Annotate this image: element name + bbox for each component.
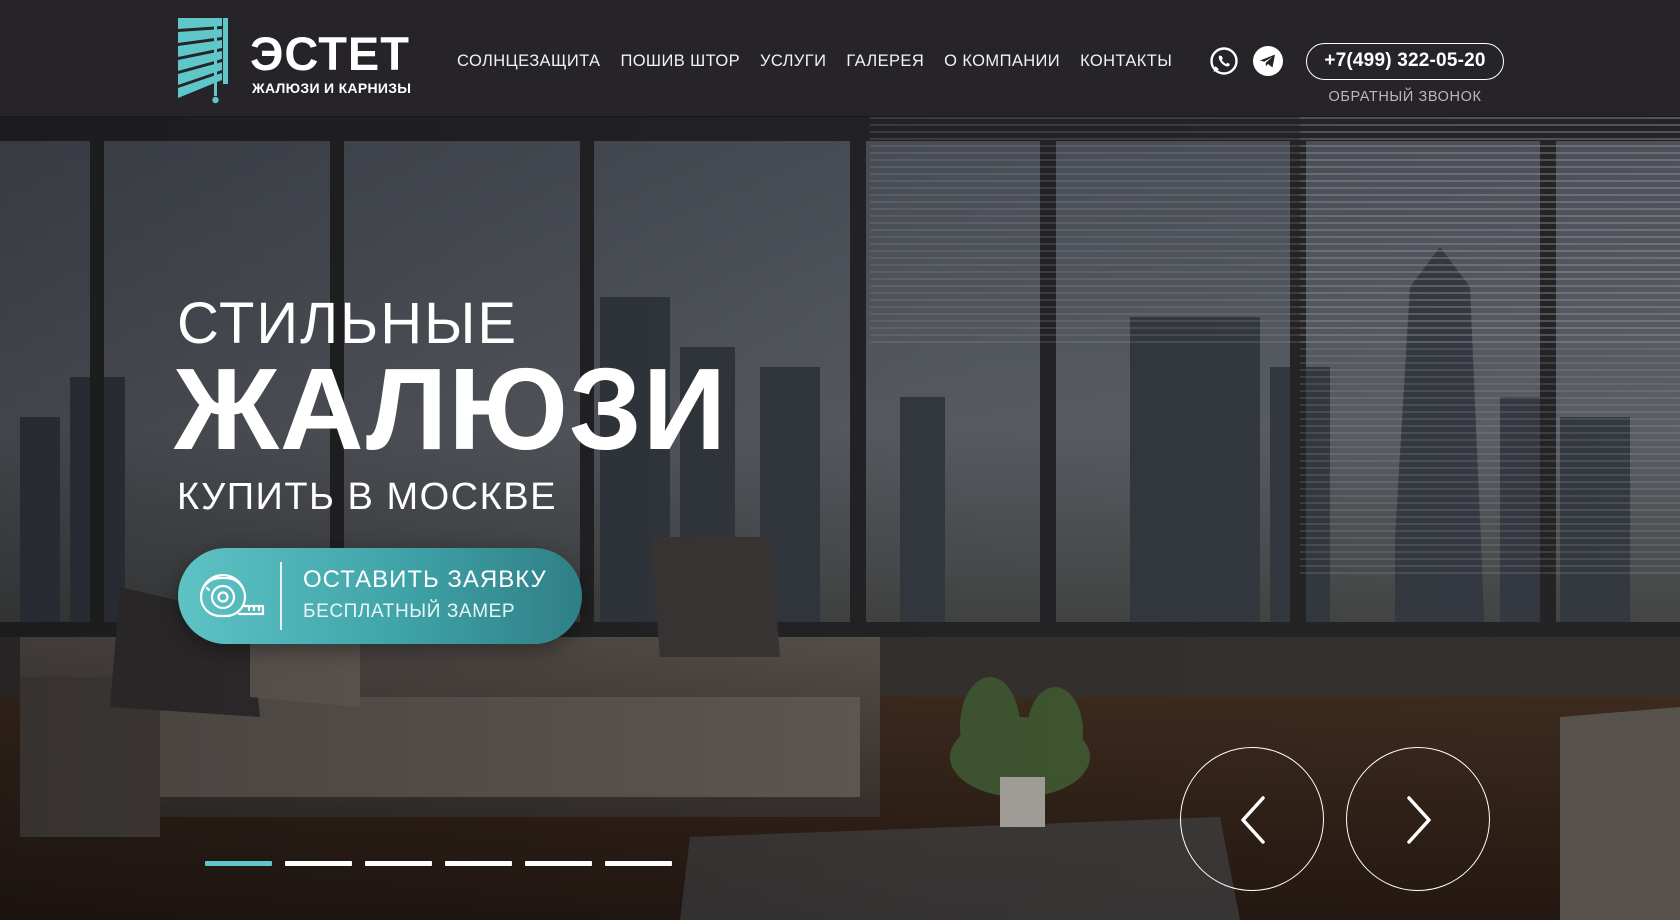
phone-number-button[interactable]: +7(499) 322-05-20: [1306, 43, 1504, 80]
slider-next-button[interactable]: [1346, 747, 1490, 891]
hero-title-main: ЖАЛЮЗИ: [174, 344, 728, 474]
chevron-right-icon: [1407, 796, 1431, 844]
site-header: ЭСТЕТ ЖАЛЮЗИ И КАРНИЗЫ СОЛНЦЕЗАЩИТА ПОШИ…: [0, 0, 1680, 117]
slider-dot-6[interactable]: [605, 861, 672, 866]
callback-link[interactable]: ОБРАТНЫЙ ЗВОНОК: [1306, 88, 1504, 106]
slider-dot-2[interactable]: [285, 861, 352, 866]
slider-dot-4[interactable]: [445, 861, 512, 866]
hero-slider: СТИЛЬНЫЕ ЖАЛЮЗИ КУПИТЬ В МОСКВЕ ОСТАВИТЬ…: [0, 117, 1680, 920]
blinds-logo-icon: [178, 18, 228, 104]
cta-title: ОСТАВИТЬ ЗАЯВКУ: [303, 566, 547, 593]
brand-tagline: ЖАЛЮЗИ И КАРНИЗЫ: [252, 80, 412, 96]
site-logo[interactable]: ЭСТЕТ ЖАЛЮЗИ И КАРНИЗЫ: [176, 16, 426, 106]
nav-item-curtain-tailoring[interactable]: ПОШИВ ШТОР: [620, 50, 740, 72]
whatsapp-icon[interactable]: [1209, 46, 1239, 76]
nav-item-contacts[interactable]: КОНТАКТЫ: [1080, 50, 1172, 72]
cta-divider: [280, 562, 282, 630]
nav-item-about[interactable]: О КОМПАНИИ: [944, 50, 1060, 72]
slider-pagination: [205, 861, 672, 867]
slider-dot-1[interactable]: [205, 861, 272, 866]
nav-item-services[interactable]: УСЛУГИ: [760, 50, 826, 72]
slider-dot-5[interactable]: [525, 861, 592, 866]
slider-prev-button[interactable]: [1180, 747, 1324, 891]
brand-name: ЭСТЕТ: [250, 27, 410, 80]
tape-measure-icon: [199, 574, 265, 618]
hero-subtitle: КУПИТЬ В МОСКВЕ: [177, 476, 557, 518]
telegram-icon[interactable]: [1253, 46, 1283, 76]
slider-dot-3[interactable]: [365, 861, 432, 866]
request-measurement-button[interactable]: ОСТАВИТЬ ЗАЯВКУ БЕСПЛАТНЫЙ ЗАМЕР: [178, 548, 582, 644]
cta-subtitle: БЕСПЛАТНЫЙ ЗАМЕР: [303, 601, 516, 622]
main-nav: СОЛНЦЕЗАЩИТА ПОШИВ ШТОР УСЛУГИ ГАЛЕРЕЯ О…: [457, 50, 1172, 72]
nav-item-gallery[interactable]: ГАЛЕРЕЯ: [846, 50, 924, 72]
nav-item-sun-protection[interactable]: СОЛНЦЕЗАЩИТА: [457, 50, 600, 72]
chevron-left-icon: [1241, 796, 1265, 844]
